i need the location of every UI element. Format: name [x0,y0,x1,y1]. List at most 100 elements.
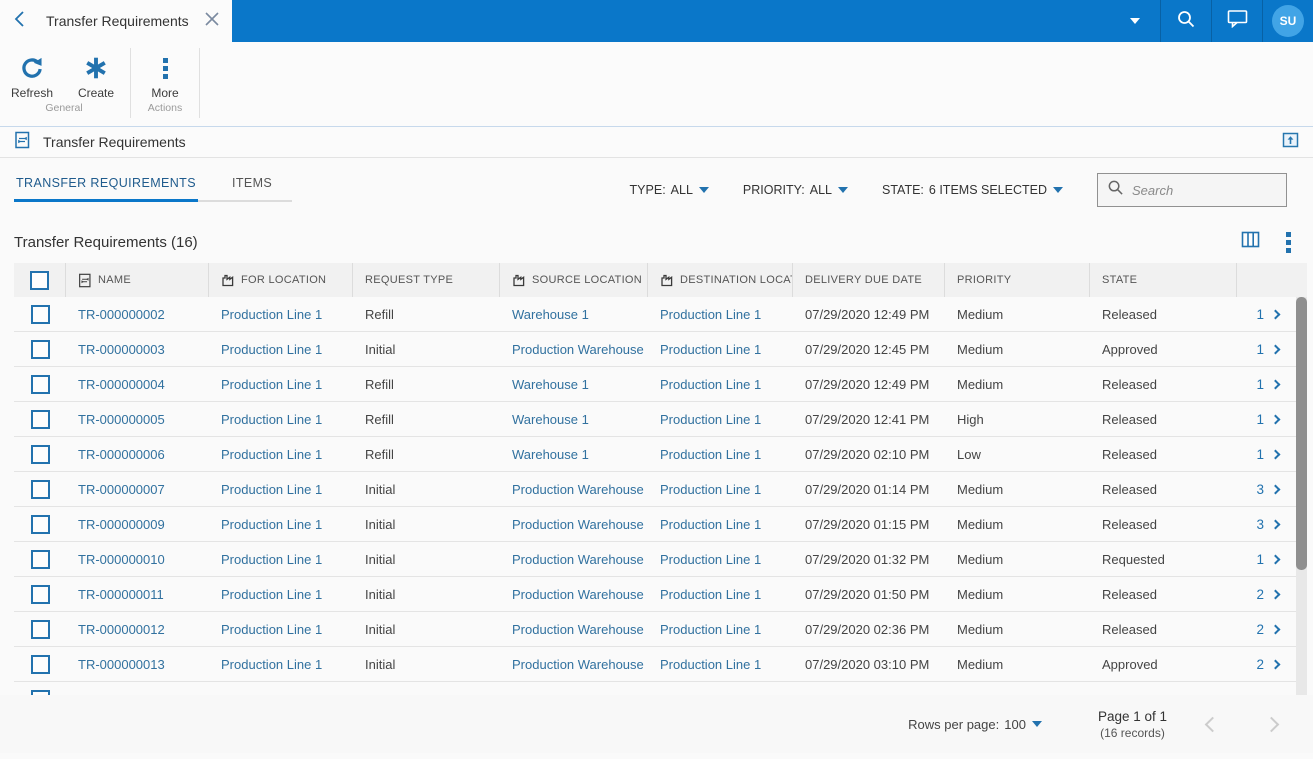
row-checkbox[interactable] [30,304,50,324]
row-detail-button[interactable]: 1 [1237,332,1295,366]
row-checkbox[interactable] [30,654,50,674]
rows-per-page-control[interactable]: Rows per page: 100 [908,717,1042,732]
row-checkbox[interactable] [30,584,50,604]
source-location-link[interactable]: Production Warehouse [512,342,644,357]
name-link[interactable]: TR-000000005 [78,412,165,427]
row-checkbox[interactable] [30,549,50,569]
row-detail-button[interactable]: 2 [1237,612,1295,646]
for-location-link[interactable]: Production Line 1 [221,587,322,602]
row-detail-button[interactable]: 1 [1237,367,1295,401]
table-row[interactable]: TR-000000004 Production Line 1 Refill Wa… [14,367,1307,402]
name-link[interactable]: TR-000000012 [78,622,165,637]
row-detail-button[interactable]: 1 [1237,297,1295,331]
row-checkbox[interactable] [30,409,50,429]
tab-transfer-requirements[interactable]: TRANSFER REQUIREMENTS [14,176,198,202]
name-link[interactable]: TR-000000007 [78,482,165,497]
tab-items[interactable]: ITEMS [230,176,292,200]
column-header-state[interactable]: STATE [1090,263,1237,297]
row-checkbox[interactable] [30,690,50,695]
back-button[interactable] [0,0,40,42]
destination-location-link[interactable]: Production Line 1 [660,412,761,427]
row-checkbox[interactable] [30,514,50,534]
more-button[interactable]: More [133,42,197,100]
table-row[interactable]: TR-000000013 Production Line 1 Initial P… [14,647,1307,682]
name-link[interactable]: TR-000000003 [78,342,165,357]
appbar-search-button[interactable] [1161,0,1211,42]
destination-location-link[interactable]: Production Line 1 [660,482,761,497]
source-location-link[interactable]: Warehouse 1 [512,447,589,462]
source-location-link[interactable]: Warehouse 1 [512,377,589,392]
vertical-scrollbar-thumb[interactable] [1296,297,1307,570]
for-location-link[interactable]: Production Line 1 [221,622,322,637]
table-row[interactable]: TR-000000002 Production Line 1 Refill Wa… [14,297,1307,332]
for-location-link[interactable]: Production Line 1 [221,377,322,392]
table-row[interactable]: TR-000000010 Production Line 1 Initial P… [14,542,1307,577]
column-header-for-location[interactable]: FOR LOCATION [209,263,353,297]
document-tab[interactable]: Transfer Requirements [0,0,232,42]
table-row[interactable]: TR-000000007 Production Line 1 Initial P… [14,472,1307,507]
table-row[interactable]: TR-000000005 Production Line 1 Refill Wa… [14,402,1307,437]
name-link[interactable]: TR-000000009 [78,517,165,532]
feedback-button[interactable] [1212,0,1262,42]
row-detail-button[interactable]: 1 [1237,542,1295,576]
row-checkbox[interactable] [30,339,50,359]
name-link[interactable]: TR-000000010 [78,552,165,567]
name-link[interactable]: TR-000000002 [78,307,165,322]
close-tab-button[interactable] [192,0,232,42]
name-link[interactable]: TR-000000011 [78,587,164,602]
destination-location-link[interactable]: Production Line 1 [660,552,761,567]
column-header-name[interactable]: NAME [66,263,209,297]
select-all-checkbox[interactable] [30,270,49,290]
destination-location-link[interactable]: Production Line 1 [660,622,761,637]
destination-location-link[interactable]: Production Line 1 [660,447,761,462]
filter-state[interactable]: STATE: 6 ITEMS SELECTED [882,183,1063,197]
user-avatar[interactable]: SU [1272,5,1304,37]
filter-type[interactable]: TYPE: ALL [630,183,709,197]
column-chooser-button[interactable] [1241,231,1260,253]
appbar-dropdown-button[interactable] [1110,0,1160,42]
destination-location-link[interactable]: Production Line 1 [660,342,761,357]
next-page-button[interactable] [1263,716,1280,732]
filter-priority[interactable]: PRIORITY: ALL [743,183,848,197]
source-location-link[interactable]: Production Warehouse [512,657,644,672]
for-location-link[interactable]: Production Line 1 [221,307,322,322]
for-location-link[interactable]: Production Line 1 [221,657,322,672]
for-location-link[interactable]: Production Line 1 [221,552,322,567]
previous-page-button[interactable] [1204,716,1221,732]
row-detail-button[interactable]: 1 [1237,437,1295,471]
column-header-destination-location[interactable]: DESTINATION LOCATION [648,263,793,297]
for-location-link[interactable]: Production Line 1 [221,447,322,462]
for-location-link[interactable]: Production Line 1 [221,517,322,532]
grid-more-button[interactable] [1286,231,1291,253]
row-detail-button[interactable]: 2 [1237,577,1295,611]
table-row[interactable]: TR-000000011 Production Line 1 Initial P… [14,577,1307,612]
source-location-link[interactable]: Production Warehouse [512,587,644,602]
source-location-link[interactable]: Warehouse 1 [512,412,589,427]
for-location-link[interactable]: Production Line 1 [221,482,322,497]
search-input[interactable] [1132,182,1272,198]
destination-location-link[interactable]: Production Line 1 [660,377,761,392]
source-location-link[interactable]: Production Warehouse [512,552,644,567]
destination-location-link[interactable]: Production Line 1 [660,587,761,602]
column-header-delivery-due-date[interactable]: DELIVERY DUE DATE [793,263,945,297]
destination-location-link[interactable]: Production Line 1 [660,657,761,672]
vertical-scrollbar[interactable] [1296,297,1307,695]
name-link[interactable]: TR-000000004 [78,377,165,392]
source-location-link[interactable]: Warehouse 1 [512,307,589,322]
name-link[interactable]: TR-000000006 [78,447,165,462]
destination-location-link[interactable]: Production Line 1 [660,517,761,532]
row-checkbox[interactable] [30,479,50,499]
table-row[interactable]: TR-000000009 Production Line 1 Initial P… [14,507,1307,542]
row-checkbox[interactable] [30,444,50,464]
table-row[interactable]: TR-000000012 Production Line 1 Initial P… [14,612,1307,647]
destination-location-link[interactable]: Production Line 1 [660,307,761,322]
row-detail-button[interactable]: 2 [1237,647,1295,681]
source-location-link[interactable]: Production Warehouse [512,517,644,532]
row-checkbox[interactable] [30,374,50,394]
column-header-source-location[interactable]: SOURCE LOCATION [500,263,648,297]
popout-button[interactable] [1282,132,1299,153]
column-header-request-type[interactable]: REQUEST TYPE [353,263,500,297]
row-detail-button[interactable]: 1 [1237,402,1295,436]
row-checkbox[interactable] [30,619,50,639]
column-header-priority[interactable]: PRIORITY [945,263,1090,297]
